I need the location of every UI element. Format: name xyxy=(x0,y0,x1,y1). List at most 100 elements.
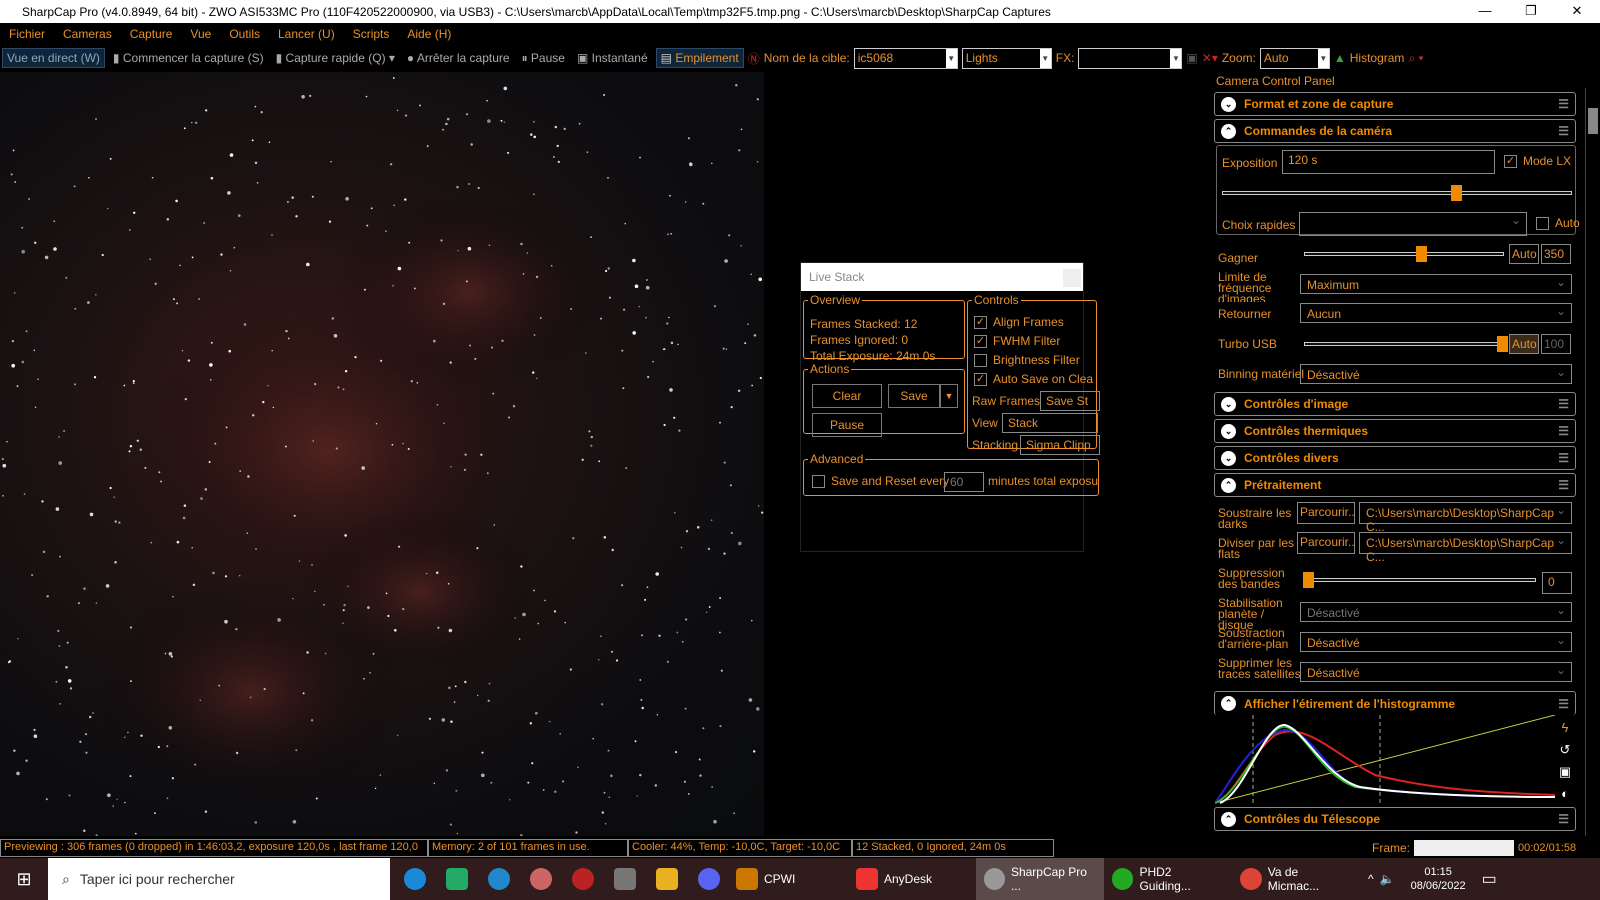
menu-capture[interactable]: Capture xyxy=(121,27,182,41)
auto-save-checkbox[interactable]: ✓ Auto Save on Clea xyxy=(974,372,1093,387)
reticle-icon[interactable]: ▣ xyxy=(1186,51,1197,65)
chevron-down-icon[interactable]: ▼ xyxy=(1170,48,1182,68)
histogram-button[interactable]: Histogram xyxy=(1350,51,1405,65)
fwhm-filter-checkbox[interactable]: ✓ FWHM Filter xyxy=(974,334,1060,349)
minimize-button[interactable]: — xyxy=(1462,0,1508,23)
app-icon[interactable] xyxy=(446,868,468,890)
menu-outils[interactable]: Outils xyxy=(220,27,269,41)
section-telescope[interactable]: ⌃ Contrôles du Télescope ☰ xyxy=(1214,807,1576,831)
lightning-icon[interactable]: ϟ xyxy=(1557,717,1573,739)
align-frames-checkbox[interactable]: ✓ Align Frames xyxy=(974,315,1064,330)
flip-select[interactable]: Aucun xyxy=(1300,303,1572,323)
fx-combo[interactable]: ▼ xyxy=(1078,47,1183,69)
minutes-stepper[interactable]: 60 xyxy=(944,472,984,492)
clock[interactable]: 01:15 08/06/2022 xyxy=(1403,858,1474,900)
fps-limit-select[interactable]: Maximum xyxy=(1300,274,1572,294)
discord-icon[interactable] xyxy=(698,868,720,890)
chevron-down-icon[interactable]: ▼ xyxy=(1039,48,1051,68)
banding-value[interactable]: 0 xyxy=(1542,572,1572,594)
section-misc[interactable]: ⌄ Contrôles divers ☰ xyxy=(1214,446,1576,470)
menu-lancer[interactable]: Lancer (U) xyxy=(269,27,344,41)
c-app-icon[interactable] xyxy=(488,868,510,890)
snapshot-button[interactable]: ▣ Instantané xyxy=(573,49,652,67)
taskbar-app-anydesk[interactable]: AnyDesk xyxy=(848,858,976,900)
chevron-down-icon[interactable]: ▼ xyxy=(1317,48,1329,68)
background-subtraction-select[interactable]: Désactivé xyxy=(1300,632,1572,652)
frame-type-combo[interactable]: Lights ▼ xyxy=(961,47,1052,69)
gain-value[interactable]: 350 xyxy=(1541,244,1571,264)
taskbar-search[interactable]: ⌕ Taper ici pour rechercher xyxy=(48,858,390,900)
start-capture-button[interactable]: ▮ Commencer la capture (S) xyxy=(109,49,268,67)
usb-turbo-slider[interactable] xyxy=(1304,336,1508,352)
pause-stack-button[interactable]: Pause xyxy=(812,413,882,437)
section-preprocessing[interactable]: ⌃ Prétraitement ☰ xyxy=(1214,473,1576,497)
section-camera[interactable]: ⌃ Commandes de la caméra ☰ xyxy=(1214,119,1576,143)
menu-icon[interactable]: ☰ xyxy=(1558,124,1569,138)
app-icon[interactable] xyxy=(614,868,636,890)
chevron-down-icon[interactable]: ▼ xyxy=(945,48,957,68)
menu-scripts[interactable]: Scripts xyxy=(344,27,399,41)
taskbar-app-cpwi[interactable]: CPWI xyxy=(728,858,848,900)
raw-frames-select[interactable]: Save St xyxy=(1040,391,1100,411)
quick-capture-button[interactable]: ▮ Capture rapide (Q) ▾ xyxy=(272,49,399,67)
exposure-slider[interactable] xyxy=(1222,185,1572,201)
save-reset-checkbox[interactable]: Save and Reset every xyxy=(812,474,949,489)
view-select[interactable]: Stack xyxy=(1002,413,1098,433)
pause-button[interactable]: ⏸ Pause xyxy=(518,49,569,68)
binning-select[interactable]: Désactivé xyxy=(1300,364,1572,384)
menu-icon[interactable]: ☰ xyxy=(1558,697,1569,711)
slider-thumb[interactable] xyxy=(1416,246,1427,262)
live-view-button[interactable]: Vue en direct (W) xyxy=(2,48,105,68)
histogram-chart[interactable] xyxy=(1215,715,1555,805)
windows-start-icon[interactable]: ⊞ xyxy=(0,858,48,900)
exposure-input[interactable]: 120 s xyxy=(1282,150,1495,174)
quick-choice-select[interactable] xyxy=(1299,212,1527,236)
sky-image[interactable] xyxy=(0,72,764,837)
auto-exposure-checkbox[interactable]: Auto xyxy=(1536,216,1580,231)
edge-icon[interactable] xyxy=(404,868,426,890)
taskbar-app-sharpcap[interactable]: SharpCap Pro ... xyxy=(976,858,1104,900)
menu-icon[interactable]: ☰ xyxy=(1558,424,1569,438)
menu-cameras[interactable]: Cameras xyxy=(54,27,121,41)
menu-vue[interactable]: Vue xyxy=(181,27,220,41)
usb-value[interactable]: 100 xyxy=(1541,334,1571,354)
clear-button[interactable]: Clear xyxy=(812,384,882,408)
app-icon[interactable] xyxy=(530,868,552,890)
satellite-trails-select[interactable]: Désactivé xyxy=(1300,662,1572,682)
contrast-icon[interactable]: ◐ xyxy=(1557,783,1573,805)
app-icon[interactable] xyxy=(572,868,594,890)
maximize-button[interactable]: ❐ xyxy=(1508,0,1554,23)
gain-slider[interactable] xyxy=(1304,246,1504,262)
stabilization-select[interactable]: Désactivé xyxy=(1300,602,1572,622)
save-icon[interactable]: ▣ xyxy=(1557,761,1573,783)
menu-fichier[interactable]: Fichier xyxy=(0,27,54,41)
mode-lx-checkbox[interactable]: ✓ Mode LX xyxy=(1504,154,1571,169)
reset-icon[interactable]: ↺ xyxy=(1557,739,1573,761)
slider-thumb[interactable] xyxy=(1451,185,1462,201)
close-button[interactable]: ✕ xyxy=(1554,0,1600,23)
target-name-combo[interactable]: ic5068 ▼ xyxy=(853,47,958,69)
section-image[interactable]: ⌄ Contrôles d'image ☰ xyxy=(1214,392,1576,416)
flats-path-select[interactable]: C:\Users\marcb\Desktop\SharpCap C... xyxy=(1359,532,1572,564)
folder-icon[interactable] xyxy=(656,868,678,890)
magnifier-icon[interactable]: ⌕ ▾ xyxy=(1408,51,1423,66)
frame-progress[interactable] xyxy=(1414,840,1515,856)
slider-thumb[interactable] xyxy=(1497,336,1508,352)
menu-aide[interactable]: Aide (H) xyxy=(398,27,460,41)
taskbar-app-phd2[interactable]: PHD2 Guiding... xyxy=(1104,858,1232,900)
save-dropdown-button[interactable]: ▼ xyxy=(940,384,958,408)
zoom-combo[interactable]: Auto ▼ xyxy=(1259,47,1330,69)
panel-scrollbar[interactable] xyxy=(1585,88,1600,836)
live-stack-close-button[interactable] xyxy=(1063,269,1081,287)
banding-slider[interactable] xyxy=(1303,572,1536,588)
darks-browse-button[interactable]: Parcourir... xyxy=(1297,502,1355,524)
menu-icon[interactable]: ☰ xyxy=(1558,478,1569,492)
menu-icon[interactable]: ☰ xyxy=(1558,397,1569,411)
darks-path-select[interactable]: C:\Users\marcb\Desktop\SharpCap C... xyxy=(1359,502,1572,534)
usb-auto-button[interactable]: Auto xyxy=(1509,334,1539,354)
taskbar-app-chrome[interactable]: Va de Micmac... xyxy=(1232,858,1360,900)
stacking-button[interactable]: ▤ Empilement xyxy=(655,48,744,68)
volume-icon[interactable]: 🔈 xyxy=(1380,872,1395,886)
section-format[interactable]: ⌄ Format et zone de capture ☰ xyxy=(1214,92,1576,116)
menu-icon[interactable]: ☰ xyxy=(1558,97,1569,111)
